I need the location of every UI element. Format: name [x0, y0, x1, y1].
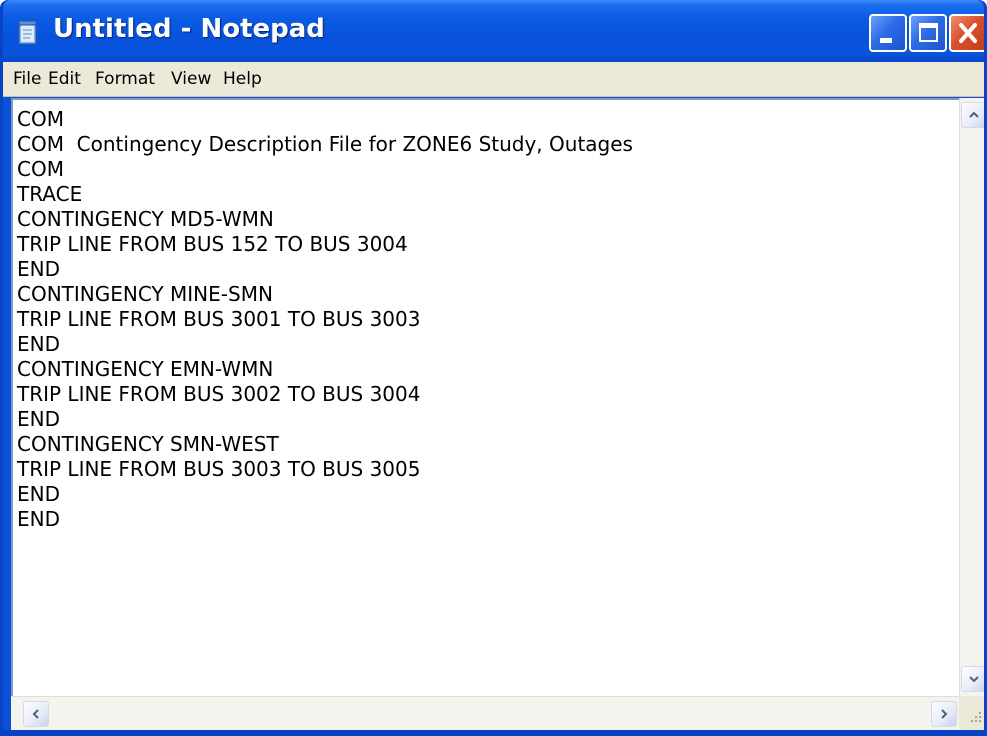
text-line: TRACE	[17, 182, 83, 206]
menu-file[interactable]: File	[13, 69, 41, 89]
minimize-button[interactable]	[869, 14, 907, 52]
text-line: COM	[17, 107, 64, 131]
size-grip[interactable]	[959, 696, 984, 730]
text-line: END	[17, 257, 60, 281]
text-line: CONTINGENCY MD5-WMN	[17, 207, 274, 231]
minimize-icon	[880, 38, 892, 43]
notepad-window: Untitled - Notepad File Edit Format View…	[0, 0, 987, 736]
text-line: END	[17, 507, 60, 531]
notepad-icon	[18, 20, 37, 45]
arrow-up-icon	[969, 111, 979, 118]
window-title: Untitled - Notepad	[53, 14, 325, 44]
arrow-right-icon	[941, 709, 948, 719]
window-bottom-border	[3, 730, 984, 733]
size-grip-icon	[971, 712, 981, 722]
text-line: END	[17, 332, 60, 356]
menu-edit[interactable]: Edit	[48, 69, 81, 89]
vertical-scrollbar[interactable]	[959, 98, 984, 696]
text-line: END	[17, 482, 60, 506]
scroll-left-button[interactable]	[23, 701, 49, 727]
text-line: TRIP LINE FROM BUS 152 TO BUS 3004	[17, 232, 408, 256]
scroll-right-button[interactable]	[931, 701, 957, 727]
close-button[interactable]	[949, 14, 984, 52]
menu-help[interactable]: Help	[223, 69, 262, 89]
text-editor[interactable]: COM COM Contingency Description File for…	[11, 98, 963, 696]
arrow-down-icon	[969, 676, 979, 683]
scroll-down-button[interactable]	[961, 666, 984, 692]
menu-view[interactable]: View	[171, 69, 211, 89]
text-line: CONTINGENCY SMN-WEST	[17, 432, 279, 456]
menu-format[interactable]: Format	[95, 69, 155, 89]
text-line: TRIP LINE FROM BUS 3003 TO BUS 3005	[17, 457, 421, 481]
scroll-up-button[interactable]	[961, 102, 984, 128]
text-line: CONTINGENCY EMN-WMN	[17, 357, 274, 381]
close-icon	[959, 23, 977, 43]
title-bar[interactable]: Untitled - Notepad	[3, 0, 984, 62]
editor-text[interactable]: COM COM Contingency Description File for…	[17, 107, 633, 532]
maximize-icon	[919, 23, 938, 42]
text-line: END	[17, 407, 60, 431]
maximize-button[interactable]	[909, 14, 947, 52]
text-line: COM	[17, 157, 64, 181]
text-line: TRIP LINE FROM BUS 3002 TO BUS 3004	[17, 382, 421, 406]
horizontal-scrollbar[interactable]	[11, 696, 959, 731]
text-line: CONTINGENCY MINE-SMN	[17, 282, 273, 306]
text-line: COM Contingency Description File for ZON…	[17, 132, 633, 156]
text-line: TRIP LINE FROM BUS 3001 TO BUS 3003	[17, 307, 421, 331]
arrow-left-icon	[32, 709, 39, 719]
menu-bar: File Edit Format View Help	[3, 62, 984, 97]
